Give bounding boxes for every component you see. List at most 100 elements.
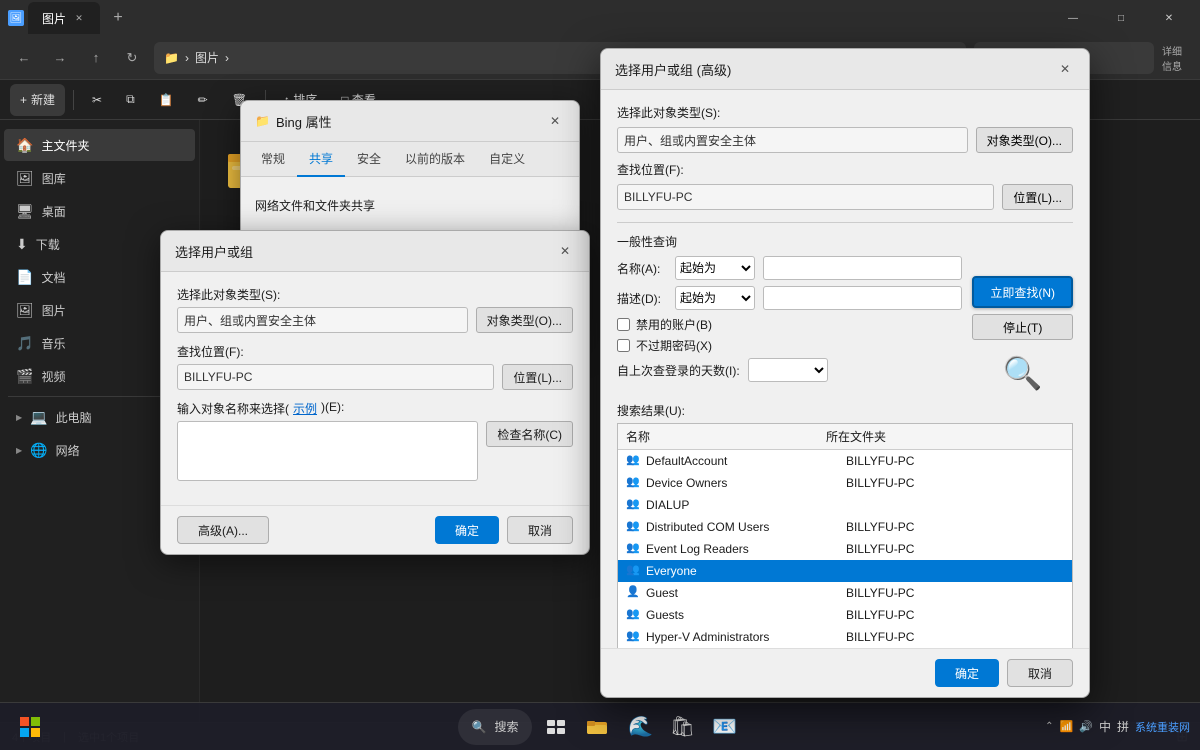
result-row[interactable]: 👥 Distributed COM Users BILLYFU-PC bbox=[618, 516, 1072, 538]
rename-btn[interactable]: ✏ bbox=[188, 84, 218, 116]
object-type-input[interactable] bbox=[177, 307, 468, 333]
tab-previous[interactable]: 以前的版本 bbox=[393, 142, 477, 177]
tab-share[interactable]: 共享 bbox=[297, 142, 345, 177]
sidebar-item-gallery[interactable]: 🖼 图库 bbox=[4, 162, 195, 194]
check-names-btn[interactable]: 检查名称(C) bbox=[486, 421, 573, 447]
tab-general[interactable]: 常规 bbox=[249, 142, 297, 177]
adv-location-btn[interactable]: 位置(L)... bbox=[1002, 184, 1073, 210]
result-row[interactable]: 👥 Guests BILLYFU-PC bbox=[618, 604, 1072, 626]
lang1-indicator[interactable]: 中 bbox=[1099, 718, 1111, 735]
taskbar-center: 🔍 搜索 🌊 🛍 📧 bbox=[458, 709, 743, 745]
adv-location-input[interactable] bbox=[617, 184, 994, 210]
result-name: Guest bbox=[646, 586, 846, 600]
object-type-row: 选择此对象类型(S): 对象类型(O)... bbox=[177, 286, 573, 333]
cut-btn[interactable]: ✂ bbox=[82, 84, 112, 116]
adv-obj-type-btn[interactable]: 对象类型(O)... bbox=[976, 127, 1073, 153]
search-results-section: 搜索结果(U): 名称 所在文件夹 👥 DefaultAccount BILLY… bbox=[617, 402, 1073, 648]
system-tray-up[interactable]: ⌃ bbox=[1045, 721, 1053, 732]
start-button[interactable] bbox=[10, 707, 50, 747]
pictures-icon: 🖼 bbox=[16, 302, 34, 319]
name-label: 名称(A): bbox=[617, 260, 667, 277]
result-row[interactable]: 👥 Event Log Readers BILLYFU-PC bbox=[618, 538, 1072, 560]
refresh-btn[interactable]: ↻ bbox=[118, 44, 146, 72]
adv-ok-btn[interactable]: 确定 bbox=[935, 659, 999, 687]
result-row[interactable]: 👥 Device Owners BILLYFU-PC bbox=[618, 472, 1072, 494]
result-icon: 👥 bbox=[626, 563, 642, 579]
back-btn[interactable]: ← bbox=[10, 44, 38, 72]
bing-dialog-close[interactable]: ✕ bbox=[545, 111, 565, 131]
adv-obj-type-input[interactable] bbox=[617, 127, 968, 153]
advanced-dialog-close[interactable]: ✕ bbox=[1055, 59, 1075, 79]
select-user-ok-btn[interactable]: 确定 bbox=[435, 516, 499, 544]
details-btn[interactable]: 详细信息 bbox=[1162, 44, 1190, 72]
taskbar-edge[interactable]: 🌊 bbox=[622, 709, 658, 745]
disabled-account-checkbox[interactable] bbox=[617, 318, 630, 331]
sidebar-item-downloads-label: 下载 bbox=[36, 236, 60, 253]
result-icon: 👥 bbox=[626, 475, 642, 491]
result-row[interactable]: 👥 Everyone bbox=[618, 560, 1072, 582]
taskbar-mail[interactable]: 📧 bbox=[706, 709, 742, 745]
location-btn[interactable]: 位置(L)... bbox=[502, 364, 573, 390]
no-expire-label: 不过期密码(X) bbox=[636, 337, 712, 354]
sidebar-item-desktop[interactable]: 🖥 桌面 bbox=[4, 195, 195, 227]
sidebar-item-network-label: 网络 bbox=[56, 442, 80, 459]
result-row[interactable]: 👥 DIALUP bbox=[618, 494, 1072, 516]
result-location: BILLYFU-PC bbox=[846, 542, 1064, 556]
result-location: BILLYFU-PC bbox=[846, 454, 1064, 468]
find-now-btn[interactable]: 立即查找(N) bbox=[972, 276, 1073, 308]
sidebar-item-home[interactable]: 🏠 主文件夹 bbox=[4, 129, 195, 161]
inactive-days-select[interactable] bbox=[748, 358, 828, 382]
sidebar-item-home-label: 主文件夹 bbox=[41, 137, 89, 154]
results-table[interactable]: 名称 所在文件夹 👥 DefaultAccount BILLYFU-PC 👥 D… bbox=[617, 423, 1073, 648]
volume-icon-tray: 🔊 bbox=[1079, 720, 1093, 733]
select-user-footer: 高级(A)... 确定 取消 bbox=[161, 505, 589, 554]
copy-btn[interactable]: ⧉ bbox=[116, 84, 145, 116]
result-location: BILLYFU-PC bbox=[846, 476, 1064, 490]
taskbar-file-explorer[interactable] bbox=[580, 709, 616, 745]
sidebar-item-videos-label: 视频 bbox=[41, 368, 65, 385]
up-btn[interactable]: ↑ bbox=[82, 44, 110, 72]
maximize-btn[interactable]: □ bbox=[1098, 2, 1144, 34]
new-btn[interactable]: + 新建 bbox=[10, 84, 65, 116]
desc-condition[interactable]: 起始为 bbox=[675, 286, 755, 310]
no-expire-row: 不过期密码(X) bbox=[617, 337, 962, 354]
object-name-textarea[interactable] bbox=[177, 421, 478, 481]
name-condition[interactable]: 起始为 bbox=[675, 256, 755, 280]
adv-cancel-btn[interactable]: 取消 bbox=[1007, 659, 1073, 687]
advanced-btn[interactable]: 高级(A)... bbox=[177, 516, 269, 544]
name-value[interactable] bbox=[763, 256, 962, 280]
location-input[interactable] bbox=[177, 364, 494, 390]
adv-obj-type-row: 对象类型(O)... bbox=[617, 127, 1073, 153]
adv-location-row: 位置(L)... bbox=[617, 184, 1073, 210]
result-name: Event Log Readers bbox=[646, 542, 846, 556]
example-link[interactable]: 示例 bbox=[293, 400, 317, 417]
stop-btn[interactable]: 停止(T) bbox=[972, 314, 1073, 340]
active-tab[interactable]: 图片 ✕ bbox=[28, 2, 100, 34]
taskview-btn[interactable] bbox=[538, 709, 574, 745]
forward-btn[interactable]: → bbox=[46, 44, 74, 72]
no-expire-checkbox[interactable] bbox=[617, 339, 630, 352]
desc-label: 描述(D): bbox=[617, 290, 667, 307]
desc-value[interactable] bbox=[763, 286, 962, 310]
result-row[interactable]: 👥 Hyper-V Administrators BILLYFU-PC bbox=[618, 626, 1072, 648]
lang2-indicator[interactable]: 拼 bbox=[1117, 718, 1129, 735]
select-user-close[interactable]: ✕ bbox=[555, 241, 575, 261]
select-user-title: 选择用户或组 bbox=[175, 242, 555, 261]
tab-close-btn[interactable]: ✕ bbox=[72, 11, 86, 25]
select-user-cancel-btn[interactable]: 取消 bbox=[507, 516, 573, 544]
search-taskbar-text: 搜索 bbox=[494, 718, 518, 735]
taskbar-start bbox=[10, 707, 50, 747]
paste-btn[interactable]: 📋 bbox=[149, 84, 184, 116]
tab-security[interactable]: 安全 bbox=[345, 142, 393, 177]
object-type-btn[interactable]: 对象类型(O)... bbox=[476, 307, 573, 333]
new-tab-btn[interactable]: + bbox=[104, 4, 132, 32]
result-row[interactable]: 👤 Guest BILLYFU-PC bbox=[618, 582, 1072, 604]
taskbar-store[interactable]: 🛍 bbox=[664, 709, 700, 745]
search-bar[interactable]: 🔍 搜索 bbox=[458, 709, 533, 745]
home-icon: 🏠 bbox=[16, 137, 33, 154]
minimize-btn[interactable]: — bbox=[1050, 2, 1096, 34]
query-layout: 名称(A): 起始为 描述(D): 起始为 bbox=[617, 256, 1073, 392]
close-btn[interactable]: ✕ bbox=[1146, 2, 1192, 34]
result-row[interactable]: 👥 DefaultAccount BILLYFU-PC bbox=[618, 450, 1072, 472]
tab-custom[interactable]: 自定义 bbox=[477, 142, 537, 177]
